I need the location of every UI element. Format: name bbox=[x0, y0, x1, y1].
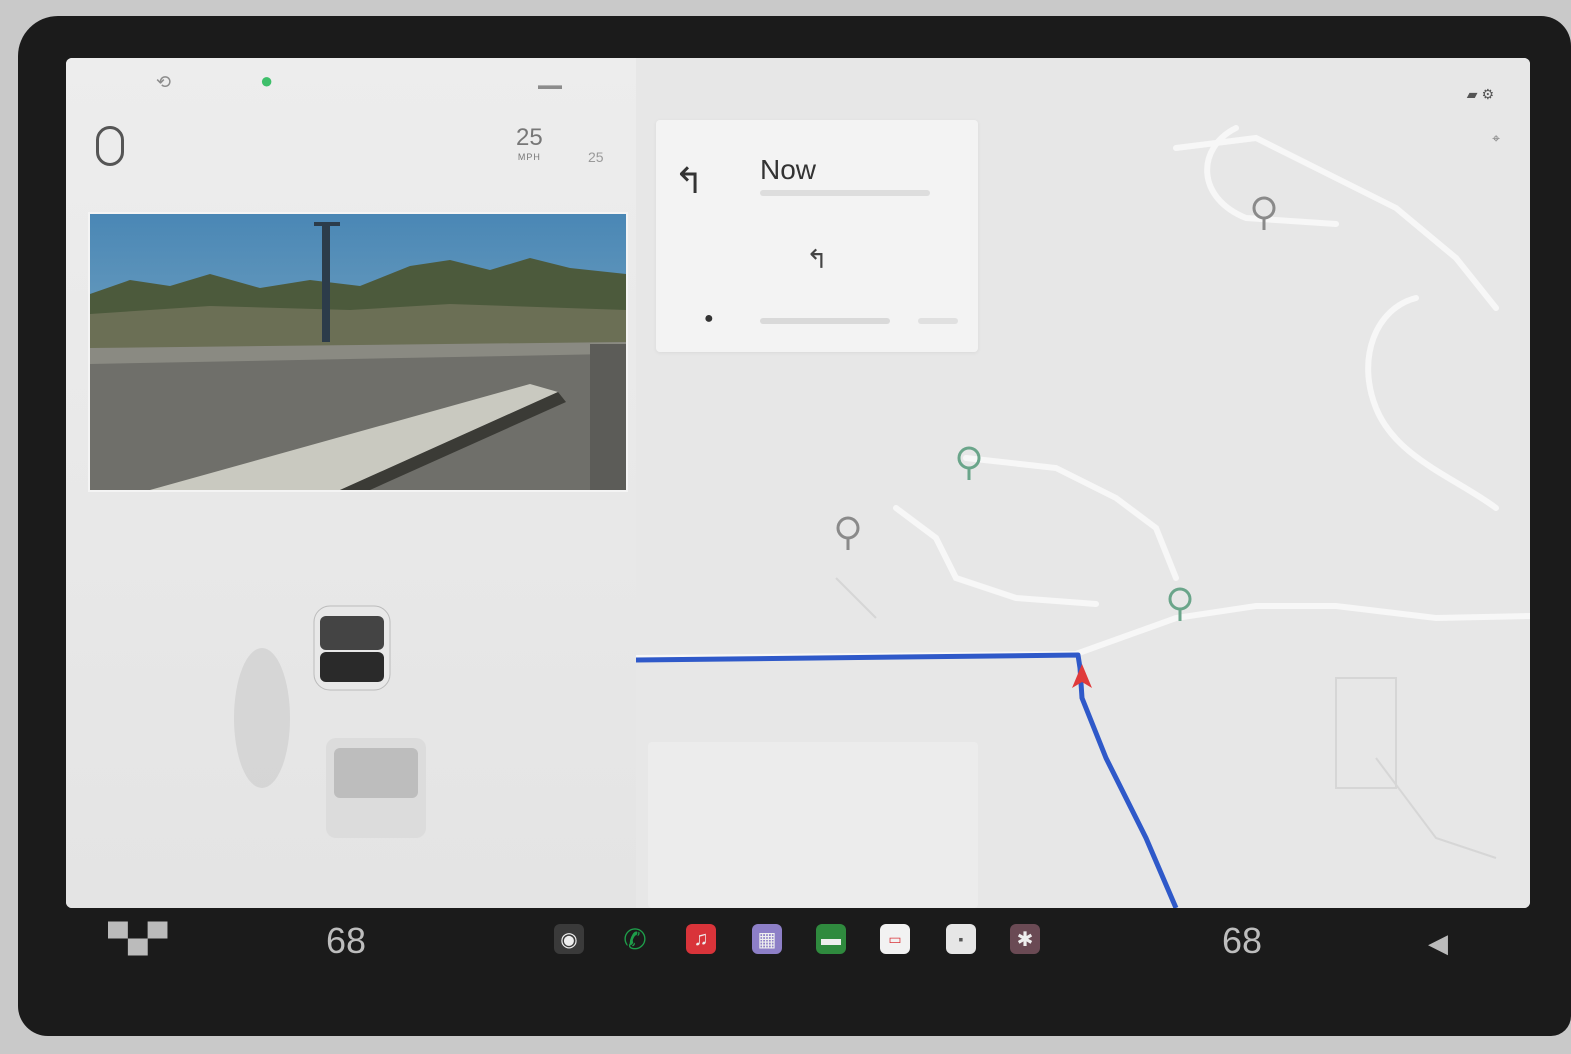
autopilot-icon[interactable]: ● bbox=[260, 68, 273, 94]
driver-temperature[interactable]: 68 bbox=[326, 920, 366, 962]
speed-limit-value: 25 bbox=[588, 149, 604, 165]
speed-value: 25 bbox=[516, 124, 543, 151]
gear-indicator bbox=[96, 126, 124, 166]
speed-limit-sign: 25 bbox=[588, 128, 604, 168]
vehicle-visualization bbox=[234, 605, 426, 838]
taskbar: ▀▄▀ 68 ◉ ✆ ♫ ▦ ▬ ▭ ▪ ✱ 68 ◀ bbox=[66, 912, 1530, 976]
phone-icon[interactable]: ✆ bbox=[620, 924, 650, 955]
destination-eta bbox=[918, 318, 958, 324]
media-icon[interactable]: ✱ bbox=[1010, 924, 1040, 954]
compass-icon[interactable]: ⌖ bbox=[1492, 130, 1500, 147]
car-icon[interactable]: ▀▄▀ bbox=[108, 922, 168, 954]
navigation-map[interactable]: ▰ ⚙ ⌖ ↰ Now ↰ ● bbox=[636, 58, 1530, 908]
volume-icon[interactable]: ◀ bbox=[1428, 928, 1448, 959]
music-icon[interactable]: ♫ bbox=[686, 924, 716, 954]
passenger-temperature[interactable]: 68 bbox=[1222, 920, 1262, 962]
calendar-icon[interactable]: ▭ bbox=[880, 924, 910, 954]
bluetooth-icon[interactable]: ⟲ bbox=[156, 72, 171, 93]
turn-by-turn-card[interactable]: ↰ Now ↰ ● bbox=[656, 120, 978, 352]
speedometer: 25 MPH bbox=[516, 124, 543, 162]
signal-icon: ▬▬ bbox=[538, 78, 562, 92]
camera-icon[interactable]: ◉ bbox=[554, 924, 584, 954]
destination-name bbox=[760, 318, 890, 324]
toybox-icon[interactable]: ▪ bbox=[946, 924, 976, 954]
next-turn-icon: ↰ bbox=[806, 244, 828, 274]
location-pin-icon: ● bbox=[704, 310, 714, 327]
backup-camera-view[interactable] bbox=[88, 212, 628, 492]
map-settings-icon[interactable]: ▰ ⚙ bbox=[1467, 86, 1494, 103]
speed-unit: MPH bbox=[517, 152, 541, 162]
drive-panel: ⟲ ● ▬▬ 25 MPH 25 bbox=[66, 58, 636, 908]
trip-summary-card[interactable] bbox=[648, 742, 978, 908]
app-icon[interactable]: ▦ bbox=[752, 924, 782, 954]
touchscreen: ⟲ ● ▬▬ 25 MPH 25 ▰ ⚙ ⌖ ↰ Now ↰ ● bbox=[66, 58, 1530, 908]
instruction-street bbox=[760, 190, 930, 196]
turn-left-icon: ↰ bbox=[674, 160, 705, 201]
instruction-time: Now bbox=[760, 154, 817, 185]
messages-icon[interactable]: ▬ bbox=[816, 924, 846, 954]
